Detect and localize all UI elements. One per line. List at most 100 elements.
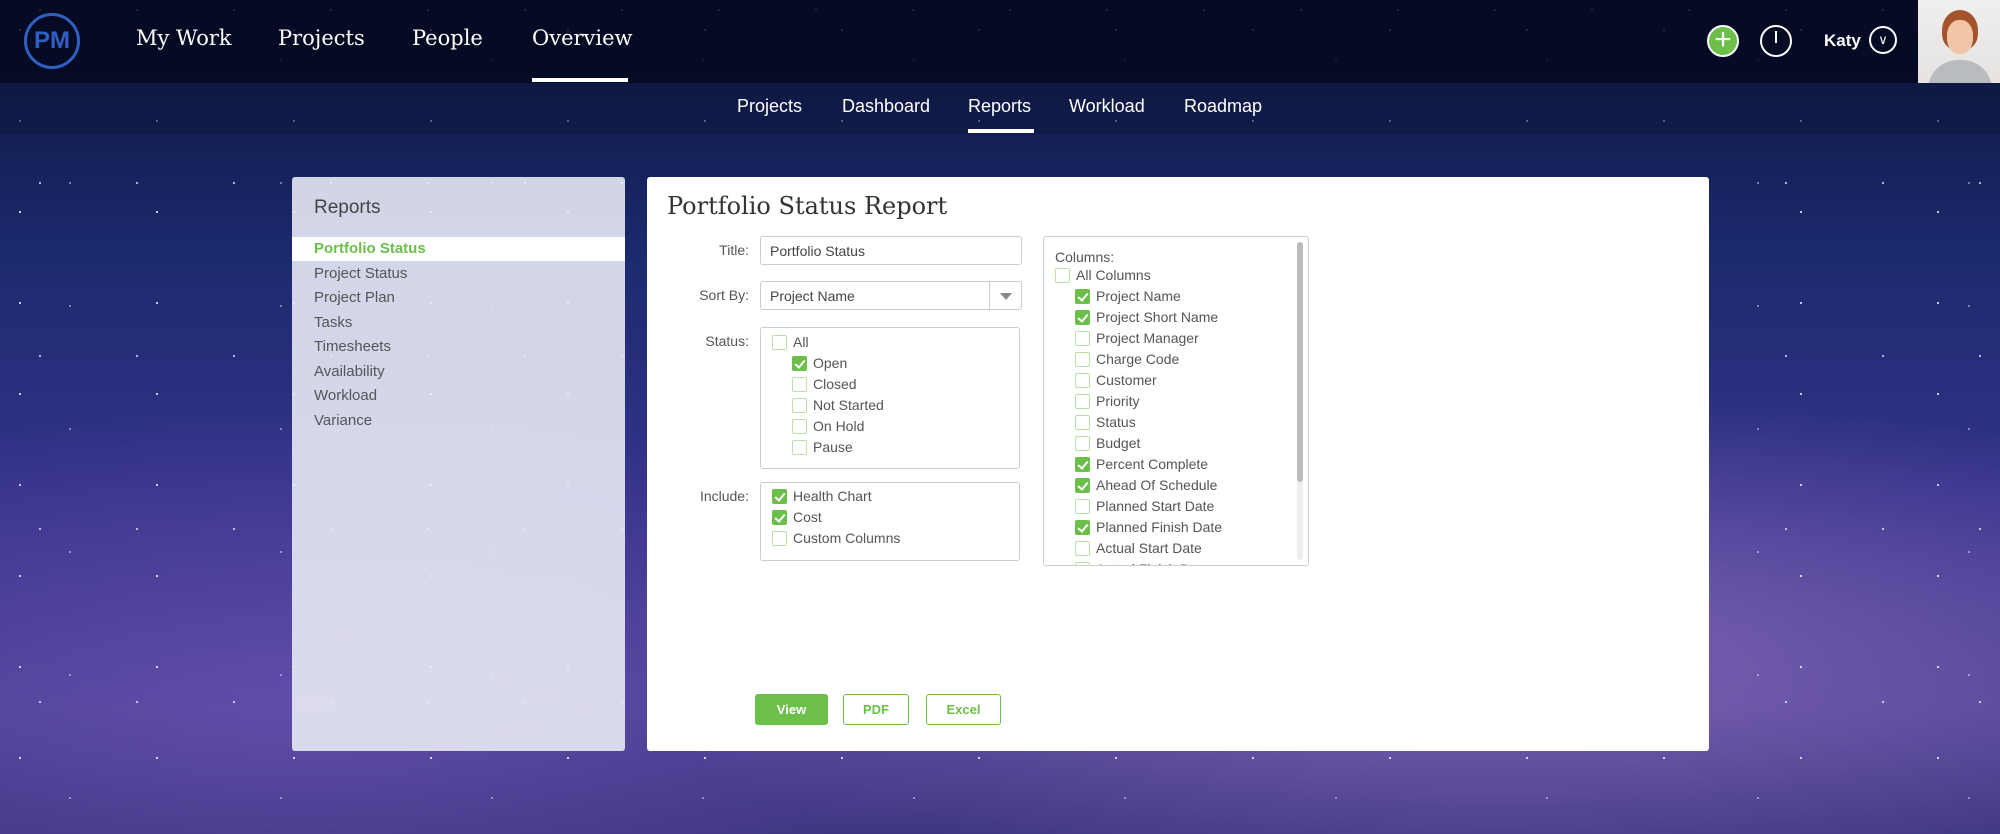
checkbox-label: Project Short Name <box>1096 309 1219 325</box>
sidebar-item[interactable]: Project Plan <box>292 286 625 310</box>
subnav-dashboard[interactable]: Dashboard <box>842 96 930 117</box>
checkbox-row[interactable]: Health Chart <box>772 488 872 504</box>
checkbox-row[interactable]: Cost <box>772 509 822 525</box>
checkbox-label: Health Chart <box>793 488 872 504</box>
checkbox-label: Open <box>813 355 848 371</box>
checkbox-row[interactable]: Ahead Of Schedule <box>1075 477 1217 493</box>
subnav-roadmap[interactable]: Roadmap <box>1184 96 1262 117</box>
sidebar-item[interactable]: Project Status <box>292 262 625 286</box>
checkbox[interactable] <box>1075 498 1090 514</box>
checkbox-row[interactable]: Budget <box>1075 435 1140 451</box>
checkbox-checked[interactable] <box>772 509 787 525</box>
plus-icon[interactable]: + <box>1707 25 1739 57</box>
logo[interactable]: PM <box>24 13 80 69</box>
nav-projects[interactable]: Projects <box>278 26 365 50</box>
checkbox[interactable] <box>1075 351 1090 367</box>
checkbox-row[interactable]: Pause <box>792 439 853 455</box>
nav-my-work[interactable]: My Work <box>136 26 232 50</box>
checkbox-checked[interactable] <box>772 488 787 504</box>
checkbox-label: Closed <box>813 376 857 392</box>
checkbox-label: Status <box>1096 414 1136 430</box>
subnav-projects[interactable]: Projects <box>737 96 802 117</box>
dropdown-arrow-icon[interactable] <box>989 282 1021 309</box>
active-tab-indicator <box>532 78 628 82</box>
checkbox[interactable] <box>792 439 807 455</box>
top-navbar: PM My Work Projects People Overview + Ka… <box>0 0 2000 83</box>
sidebar-item[interactable]: Variance <box>292 409 625 433</box>
checkbox[interactable] <box>1075 372 1090 388</box>
checkbox[interactable] <box>792 397 807 413</box>
checkbox-row[interactable]: All Columns <box>1055 267 1151 283</box>
checkbox-row[interactable]: All <box>772 334 809 350</box>
checkbox-label: Actual Start Date <box>1096 540 1202 556</box>
subnav-workload[interactable]: Workload <box>1069 96 1145 117</box>
checkbox-label: Budget <box>1096 435 1141 451</box>
checkbox[interactable] <box>1075 540 1090 556</box>
checkbox-label: All Columns <box>1076 267 1151 283</box>
chevron-down-icon[interactable]: ∨ <box>1869 26 1897 54</box>
title-input[interactable]: Portfolio Status <box>760 236 1022 265</box>
sort-select[interactable]: Project Name <box>760 281 1022 310</box>
checkbox[interactable] <box>772 334 787 350</box>
avatar[interactable] <box>1918 0 2000 83</box>
checkbox[interactable] <box>1075 435 1090 451</box>
checkbox-row[interactable]: On Hold <box>792 418 864 434</box>
view-button[interactable]: View <box>755 694 828 725</box>
checkbox-checked[interactable] <box>1075 456 1090 472</box>
checkbox-label: Ahead Of Schedule <box>1096 477 1218 493</box>
scrollbar-thumb[interactable] <box>1297 242 1303 482</box>
checkbox-row[interactable]: Status <box>1075 414 1136 430</box>
checkbox-row[interactable]: Not Started <box>792 397 884 413</box>
subnav-reports[interactable]: Reports <box>968 96 1031 117</box>
checkbox-checked[interactable] <box>1075 288 1090 304</box>
checkbox-row[interactable]: Closed <box>792 376 857 392</box>
checkbox-row[interactable]: Project Name <box>1075 288 1181 304</box>
checkbox[interactable] <box>1075 414 1090 430</box>
checkbox[interactable] <box>1075 330 1090 346</box>
timer-icon[interactable] <box>1760 25 1792 57</box>
checkbox-row[interactable]: Priority <box>1075 393 1140 409</box>
sub-navbar: Projects Dashboard Reports Workload Road… <box>0 83 2000 134</box>
sidebar-item[interactable]: Availability <box>292 360 625 384</box>
checkbox-row[interactable]: Planned Finish Date <box>1075 519 1222 535</box>
checkbox-label: Planned Start Date <box>1096 498 1215 514</box>
checkbox-row[interactable]: Planned Start Date <box>1075 498 1214 514</box>
checkbox-row[interactable]: Charge Code <box>1075 351 1179 367</box>
checkbox-row[interactable]: Actual Start Date <box>1075 540 1202 556</box>
user-name[interactable]: Katy <box>1824 31 1861 51</box>
checkbox-row[interactable]: Custom Columns <box>772 530 900 546</box>
checkbox-row[interactable]: Customer <box>1075 372 1157 388</box>
nav-people[interactable]: People <box>412 26 483 50</box>
sidebar-item[interactable]: Workload <box>292 384 625 408</box>
sort-value: Project Name <box>770 288 855 304</box>
checkbox-row[interactable]: Project Short Name <box>1075 309 1218 325</box>
columns-label: Columns: <box>1055 249 1115 265</box>
checkbox[interactable] <box>792 418 807 434</box>
pdf-button[interactable]: PDF <box>843 694 909 725</box>
checkbox[interactable] <box>1055 267 1070 283</box>
checkbox-label: Pause <box>813 439 853 455</box>
include-box: Health Chart Cost Custom Columns <box>760 482 1020 561</box>
reports-sidebar: Reports Portfolio Status Project Status Pr… <box>292 177 625 751</box>
checkbox[interactable] <box>1075 561 1090 565</box>
nav-overview[interactable]: Overview <box>532 26 633 50</box>
checkbox-checked[interactable] <box>792 355 807 371</box>
checkbox-checked[interactable] <box>1075 309 1090 325</box>
checkbox-row[interactable]: Project Manager <box>1075 330 1199 346</box>
checkbox-label: Project Manager <box>1096 330 1199 346</box>
sidebar-item[interactable]: Portfolio Status <box>292 237 625 261</box>
status-label: Status: <box>705 333 749 349</box>
checkbox[interactable] <box>792 376 807 392</box>
checkbox-checked[interactable] <box>1075 477 1090 493</box>
checkbox-row[interactable]: Percent Complete <box>1075 456 1208 472</box>
scrollbar[interactable] <box>1297 242 1303 560</box>
excel-button[interactable]: Excel <box>926 694 1001 725</box>
checkbox-row[interactable]: Open <box>792 355 847 371</box>
sidebar-item[interactable]: Timesheets <box>292 335 625 359</box>
checkbox-checked[interactable] <box>1075 519 1090 535</box>
checkbox[interactable] <box>1075 393 1090 409</box>
checkbox-row[interactable]: Actual Finish Date <box>1075 561 1210 565</box>
sidebar-item[interactable]: Tasks <box>292 311 625 335</box>
checkbox[interactable] <box>772 530 787 546</box>
checkbox-label: Priority <box>1096 393 1140 409</box>
